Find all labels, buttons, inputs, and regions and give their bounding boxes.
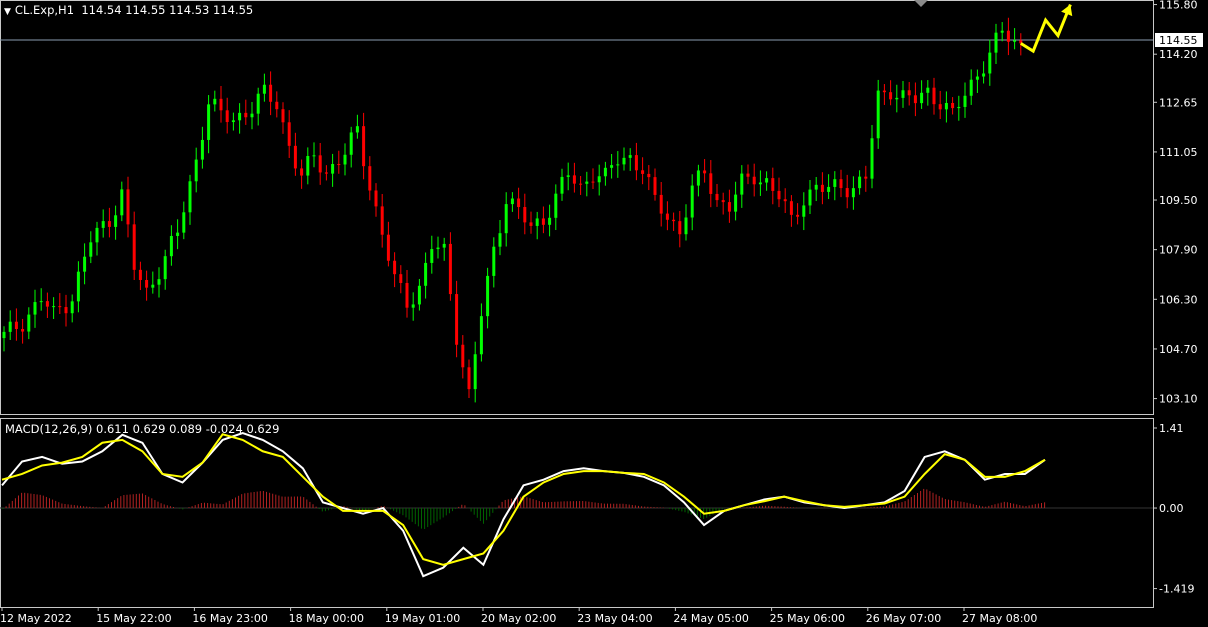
price-axis: 115.80 114.20 112.65 111.05 109.50 107.90 106.… [1153, 0, 1198, 406]
price-tick-label: 109.50 [1159, 194, 1198, 207]
time-tick-label: 25 May 06:00 [770, 612, 845, 625]
time-tick-label: 19 May 01:00 [385, 612, 460, 625]
macd-tick-label: 1.41 [1159, 422, 1184, 435]
time-tick-label: 24 May 05:00 [673, 612, 748, 625]
time-tick-label: 26 May 07:00 [866, 612, 941, 625]
time-tick-label: 23 May 04:00 [577, 612, 652, 625]
macd-header: MACD(12,26,9) 0.611 0.629 0.089 -0.024 0… [5, 422, 279, 436]
macd-axis: 1.41 0.00 -1.419 [1153, 422, 1194, 596]
symbol-label: CL.Exp,H1 [14, 3, 75, 17]
macd-label: MACD(12,26,9) [5, 422, 93, 436]
time-tick-label: 18 May 00:00 [289, 612, 364, 625]
price-tick-label: 115.80 [1159, 0, 1198, 12]
time-tick-label: 12 May 2022 [0, 612, 72, 625]
trading-chart[interactable]: 115.80 114.20 112.65 111.05 109.50 107.90 106.… [0, 0, 1208, 627]
macd-values: 0.611 0.629 0.089 -0.024 0.629 [96, 422, 280, 436]
current-price-value: 114.55 [1159, 34, 1198, 47]
price-tick-label: 107.90 [1159, 244, 1198, 257]
macd-frame [0, 418, 1154, 608]
price-tick-label: 106.30 [1159, 293, 1198, 306]
macd-tick-label: 0.00 [1159, 502, 1184, 515]
time-tick-label: 15 May 22:00 [96, 612, 171, 625]
main-chart-frame [0, 0, 1154, 415]
time-tick-label: 20 May 02:00 [481, 612, 556, 625]
macd-tick-label: -1.419 [1159, 583, 1194, 596]
time-axis: 12 May 2022 15 May 22:00 16 May 23:00 18 Ma… [0, 607, 1037, 625]
chart-header: ▼ CL.Exp,H1 114.54 114.55 114.53 114.55 [4, 3, 253, 17]
price-tick-label: 104.70 [1159, 343, 1198, 356]
price-tick-label: 103.10 [1159, 393, 1198, 406]
time-tick-label: 16 May 23:00 [192, 612, 267, 625]
price-tick-label: 111.05 [1159, 146, 1198, 159]
dropdown-triangle-icon[interactable]: ▼ [4, 7, 11, 17]
price-tick-label: 114.20 [1159, 48, 1198, 61]
ohlc-values: 114.54 114.55 114.53 114.55 [81, 3, 254, 17]
price-tick-label: 112.65 [1159, 96, 1198, 109]
time-tick-label: 27 May 08:00 [962, 612, 1037, 625]
